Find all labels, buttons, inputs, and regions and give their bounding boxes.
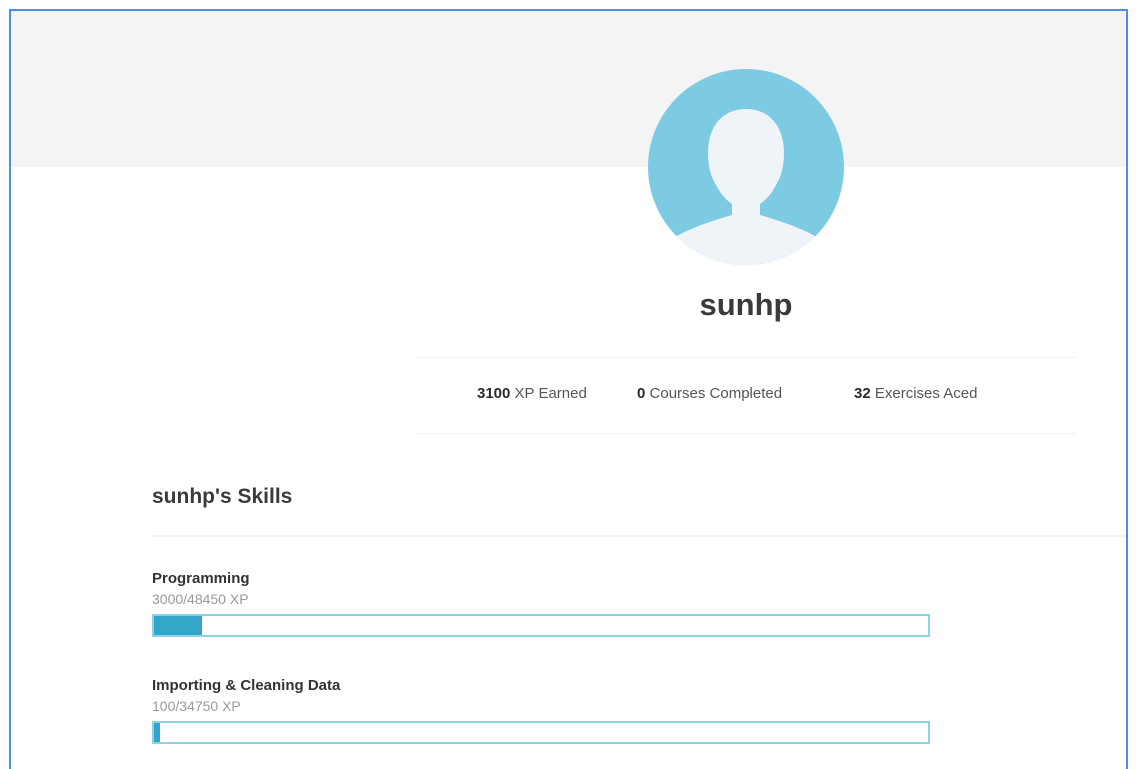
stat-label: XP Earned xyxy=(514,385,587,402)
avatar[interactable] xyxy=(648,69,844,265)
stat-label: Courses Completed xyxy=(649,385,783,402)
skill-programming[interactable]: Programming 3000/48450 XP xyxy=(152,569,932,637)
stat-exercises-aced: 32 Exercises Aced xyxy=(854,385,977,402)
skill-importing-cleaning-data[interactable]: Importing & Cleaning Data 100/34750 XP xyxy=(152,676,932,744)
divider xyxy=(416,433,1076,434)
skill-name: Programming xyxy=(152,570,250,587)
divider xyxy=(416,357,1076,358)
stat-value: 0 xyxy=(637,385,646,402)
skill-progress-bar xyxy=(152,721,930,744)
profile-username: sunhp xyxy=(699,287,793,322)
profile-stats: 3100 XP Earned 0 Courses Completed 32 Ex… xyxy=(477,385,977,402)
profile-page: sunhp 3100 XP Earned 0 Courses Completed… xyxy=(9,9,1128,769)
skill-progress-fill xyxy=(154,616,202,635)
stat-courses-completed: 0 Courses Completed xyxy=(637,385,854,402)
divider xyxy=(152,535,1126,537)
skill-name: Importing & Cleaning Data xyxy=(152,677,341,694)
skill-progress-fill xyxy=(154,723,161,742)
skills-section-title: sunhp's Skills xyxy=(152,485,293,508)
stat-value: 3100 xyxy=(477,385,511,402)
user-silhouette-icon xyxy=(658,109,834,265)
stat-xp-earned: 3100 XP Earned xyxy=(477,385,637,402)
stat-value: 32 xyxy=(854,385,871,402)
skill-xp: 100/34750 XP xyxy=(152,698,241,714)
profile-banner xyxy=(11,11,1126,167)
skill-xp: 3000/48450 XP xyxy=(152,591,249,607)
skill-progress-bar xyxy=(152,614,930,637)
stat-label: Exercises Aced xyxy=(874,385,978,402)
